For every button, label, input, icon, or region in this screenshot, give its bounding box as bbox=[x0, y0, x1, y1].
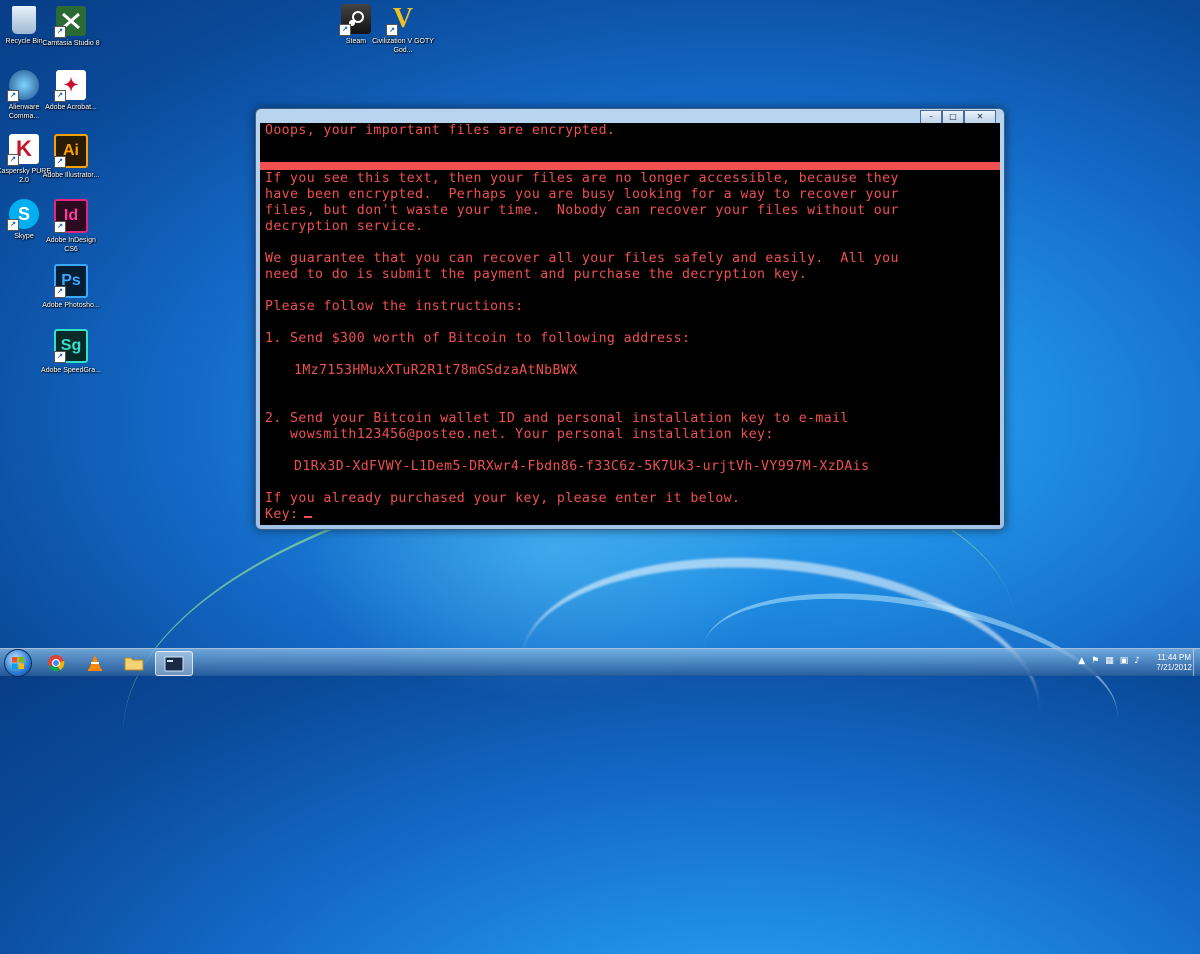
message-line: We guarantee that you can recover all yo… bbox=[265, 251, 899, 266]
action-center-flag-icon[interactable]: ⚑ bbox=[1091, 656, 1099, 666]
chrome-icon bbox=[48, 654, 65, 671]
skype-icon: S ↗ bbox=[7, 199, 39, 231]
volume-icon[interactable]: ♪ bbox=[1134, 656, 1140, 666]
desktop-icon-camtasia[interactable]: ↗ Camtasia Studio 8 bbox=[40, 6, 102, 48]
header-divider bbox=[260, 162, 1000, 170]
console-app-icon bbox=[164, 656, 184, 671]
desktop-icon-label: Adobe Illustrator... bbox=[42, 172, 100, 179]
key-prompt-label: Key: bbox=[265, 507, 299, 522]
network-icon[interactable]: ▦ bbox=[1105, 656, 1114, 666]
step-two: wowsmith123456@posteo.net. Your personal… bbox=[265, 427, 774, 442]
desktop-icon-label: Camtasia Studio 8 bbox=[42, 40, 100, 47]
indesign-icon: Id ↗ bbox=[54, 199, 88, 233]
taskbar-explorer[interactable] bbox=[116, 651, 152, 674]
taskbar-vlc[interactable] bbox=[77, 651, 113, 674]
message-line: need to do is submit the payment and pur… bbox=[265, 267, 808, 282]
show-desktop-button[interactable] bbox=[1193, 649, 1200, 676]
desktop-icon-photoshop[interactable]: Ps ↗ Adobe Photosho... bbox=[40, 264, 102, 310]
key-prompt-row[interactable]: Key: bbox=[265, 507, 313, 523]
message-line: If you see this text, then your files ar… bbox=[265, 171, 899, 186]
usb-device-icon[interactable]: ▣ bbox=[1120, 656, 1129, 666]
speedgrade-icon: Sg ↗ bbox=[54, 329, 88, 363]
desktop-icon-civilization[interactable]: V ↗ Civilization V GOTY God... bbox=[372, 3, 434, 55]
folder-icon bbox=[124, 657, 144, 670]
recycle-bin-icon bbox=[12, 6, 36, 34]
windows-flag-icon bbox=[12, 657, 24, 669]
desktop-icon-illustrator[interactable]: Ai ↗ Adobe Illustrator... bbox=[40, 134, 102, 180]
taskbar-console[interactable] bbox=[155, 651, 193, 676]
kaspersky-icon: K ↗ bbox=[7, 134, 39, 166]
message-line: files, but don't waste your time. Nobody… bbox=[265, 203, 899, 218]
illustrator-icon: Ai ↗ bbox=[54, 134, 88, 168]
text-cursor bbox=[304, 516, 313, 518]
console-window[interactable]: – □ ✕ Ooops, your important files are en… bbox=[255, 108, 1005, 530]
desktop-icon-label: Adobe SpeedGra... bbox=[41, 367, 101, 374]
taskbar-clock[interactable]: 11:44 PM 7/21/2012 bbox=[1156, 653, 1192, 673]
desktop-icon-label: Adobe InDesign CS6 bbox=[46, 237, 96, 253]
clock-date: 7/21/2012 bbox=[1156, 663, 1192, 672]
desktop-icon-label: Adobe Photosho... bbox=[42, 302, 100, 309]
desktop-icon-label: Adobe Acrobat... bbox=[45, 104, 97, 111]
desktop-icon-indesign[interactable]: Id ↗ Adobe InDesign CS6 bbox=[40, 199, 102, 254]
show-hidden-icons-icon[interactable]: ▲ bbox=[1078, 656, 1085, 666]
start-button[interactable] bbox=[4, 649, 32, 677]
message-line: decryption service. bbox=[265, 219, 424, 234]
step-two: 2. Send your Bitcoin wallet ID and perso… bbox=[265, 411, 849, 426]
message-line: have been encrypted. Perhaps you are bus… bbox=[265, 187, 899, 202]
desktop-icon-speedgrade[interactable]: Sg ↗ Adobe SpeedGra... bbox=[40, 329, 102, 375]
bitcoin-address: 1Mz7153HMuxXTuR2R1t78mGSdzaAtNbBWX bbox=[294, 363, 578, 378]
desktop-icon-label: Civilization V GOTY God... bbox=[372, 38, 434, 54]
step-one: 1. Send $300 worth of Bitcoin to followi… bbox=[265, 331, 691, 346]
window-controls: – □ ✕ bbox=[920, 110, 996, 124]
taskbar: ▲ ⚑ ▦ ▣ ♪ 11:44 PM 7/21/2012 bbox=[0, 648, 1200, 677]
instructions-heading: Please follow the instructions: bbox=[265, 299, 524, 314]
vlc-icon bbox=[88, 654, 102, 671]
installation-key: D1Rx3D-XdFVWY-L1Dem5-DRXwr4-Fbdn86-f33C6… bbox=[294, 459, 870, 474]
photoshop-icon: Ps ↗ bbox=[54, 264, 88, 298]
alienware-icon: ↗ bbox=[7, 70, 39, 102]
minimize-button[interactable]: – bbox=[920, 110, 942, 124]
desktop-icon-acrobat[interactable]: ✦ ↗ Adobe Acrobat... bbox=[40, 70, 102, 112]
console-area[interactable]: Ooops, your important files are encrypte… bbox=[260, 123, 1000, 525]
close-button[interactable]: ✕ bbox=[964, 110, 996, 124]
ransom-header: Ooops, your important files are encrypte… bbox=[265, 123, 616, 138]
maximize-button[interactable]: □ bbox=[942, 110, 964, 124]
camtasia-icon: ↗ bbox=[54, 6, 86, 38]
system-tray: ▲ ⚑ ▦ ▣ ♪ bbox=[1078, 656, 1140, 666]
purchased-note: If you already purchased your key, pleas… bbox=[265, 491, 741, 506]
civilization-icon: V ↗ bbox=[386, 3, 418, 36]
acrobat-icon: ✦ ↗ bbox=[54, 70, 86, 102]
taskbar-chrome[interactable] bbox=[38, 651, 74, 674]
clock-time: 11:44 PM bbox=[1157, 653, 1192, 662]
steam-icon: ↗ bbox=[339, 4, 371, 36]
